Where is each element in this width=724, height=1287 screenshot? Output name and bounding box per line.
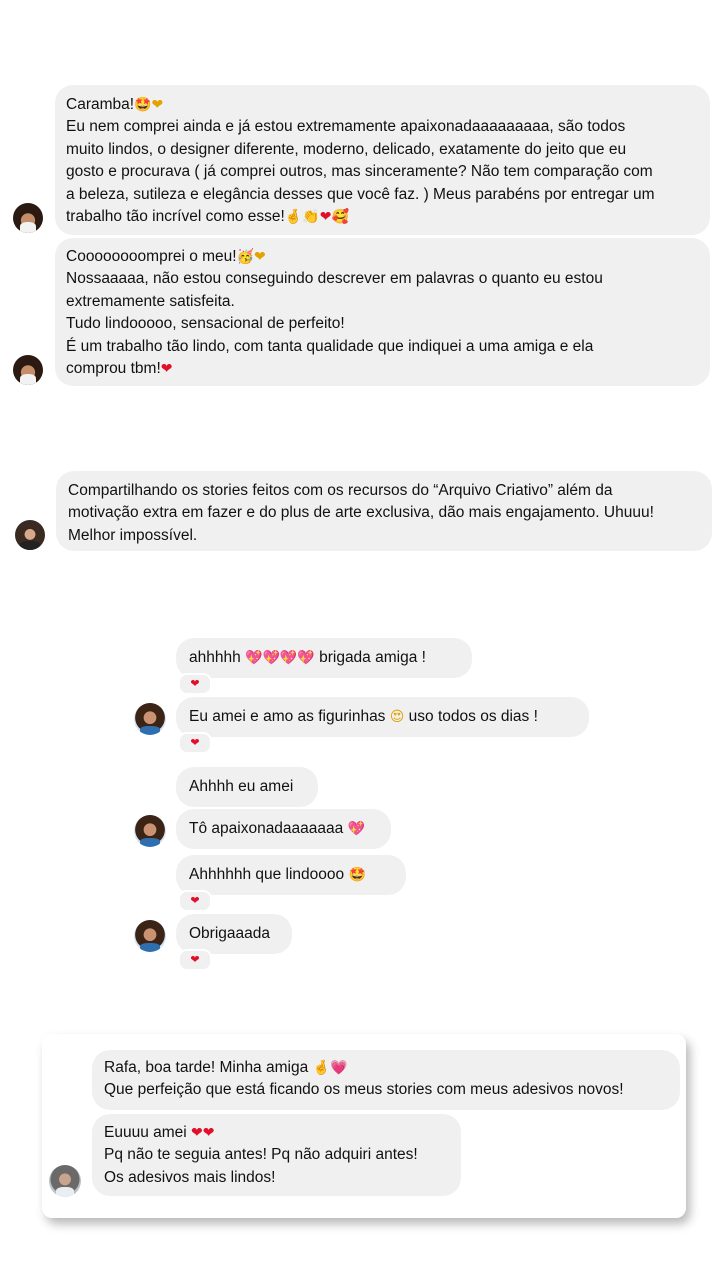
message-line: Euuuu amei ❤❤: [104, 1124, 215, 1141]
message-line: Que perfeição que está ficando os meus s…: [104, 1081, 624, 1099]
message-bubble-7: Tô apaixonadaaaaaaa 💖: [176, 809, 391, 849]
message-line: muito lindos, o designer diferente, mode…: [66, 140, 627, 158]
reaction-heart[interactable]: ❤: [178, 673, 212, 695]
reaction-heart[interactable]: ❤: [178, 890, 212, 912]
message-line: Caramba!🤩❤: [66, 96, 164, 113]
avatar[interactable]: [13, 355, 43, 385]
avatar[interactable]: [134, 703, 166, 735]
avatar[interactable]: [134, 920, 166, 952]
emoji: 🥳❤: [236, 249, 266, 265]
reaction-heart[interactable]: ❤: [178, 949, 212, 971]
message-bubble-3: Compartilhando os stories feitos com os …: [56, 471, 712, 551]
message-line: trabalho tão incrível como esse!🤞👏❤🥰: [66, 208, 349, 226]
message-line: comprou tbm!❤: [66, 360, 173, 378]
message-bubble-9: Obrigaaada: [176, 914, 292, 954]
message-line: Tudo lindooooo, sensacional de perfeito!: [66, 315, 345, 333]
message-bubble-1: Caramba!🤩❤ Eu nem comprei ainda e já est…: [55, 85, 710, 235]
message-line: Os adesivos mais lindos!: [104, 1168, 276, 1186]
message-bubble-4: ahhhhh 💖💖💖💖 brigada amiga !: [176, 638, 472, 678]
message-line: Rafa, boa tarde! Minha amiga 🤞💗: [104, 1059, 348, 1076]
message-line: É um trabalho tão lindo, com tanta quali…: [66, 337, 594, 355]
emoji: 🤞💗: [312, 1060, 348, 1076]
emoji: ❤: [160, 361, 173, 378]
emoji: ❤❤: [191, 1125, 215, 1141]
message-line: gosto e procurava ( já comprei outros, m…: [66, 163, 653, 181]
message-line: Compartilhando os stories feitos com os …: [68, 482, 613, 499]
message-line: Coooooooomprei o meu!🥳❤: [66, 248, 266, 265]
message-line: Eu nem comprei ainda e já estou extremam…: [66, 118, 626, 136]
emoji: 🤩❤: [134, 97, 164, 113]
emoji: 😍: [389, 709, 405, 725]
message-line: Nossaaaaa, não estou conseguindo descrev…: [66, 270, 603, 288]
message-bubble-11: Euuuu amei ❤❤ Pq não te seguia antes! Pq…: [92, 1114, 461, 1196]
message-bubble-10: Rafa, boa tarde! Minha amiga 🤞💗 Que perf…: [92, 1050, 680, 1110]
emoji: 💖💖💖💖: [245, 650, 315, 666]
reaction-heart[interactable]: ❤: [178, 732, 212, 754]
message-line: a beleza, sutileza e elegância desses qu…: [66, 185, 655, 203]
avatar[interactable]: [49, 1165, 81, 1197]
message-bubble-6: Ahhhh eu amei: [176, 767, 318, 807]
message-bubble-5: Eu amei e amo as figurinhas 😍 uso todos …: [176, 697, 589, 737]
message-line: extremamente satisfeita.: [66, 292, 235, 310]
message-bubble-2: Coooooooomprei o meu!🥳❤ Nossaaaaa, não e…: [55, 238, 710, 386]
message-line: Melhor impossível.: [68, 526, 198, 544]
message-line: Pq não te seguia antes! Pq não adquiri a…: [104, 1146, 418, 1164]
message-bubble-8: Ahhhhhh que lindoooo 🤩: [176, 855, 406, 895]
emoji: 🤩: [348, 867, 366, 883]
avatar[interactable]: [13, 203, 43, 233]
avatar[interactable]: [15, 520, 45, 550]
emoji: 💖: [347, 821, 366, 837]
emoji: 🤞👏❤🥰: [284, 209, 349, 226]
avatar[interactable]: [134, 815, 166, 847]
message-line: motivação extra em fazer e do plus de ar…: [68, 504, 654, 522]
